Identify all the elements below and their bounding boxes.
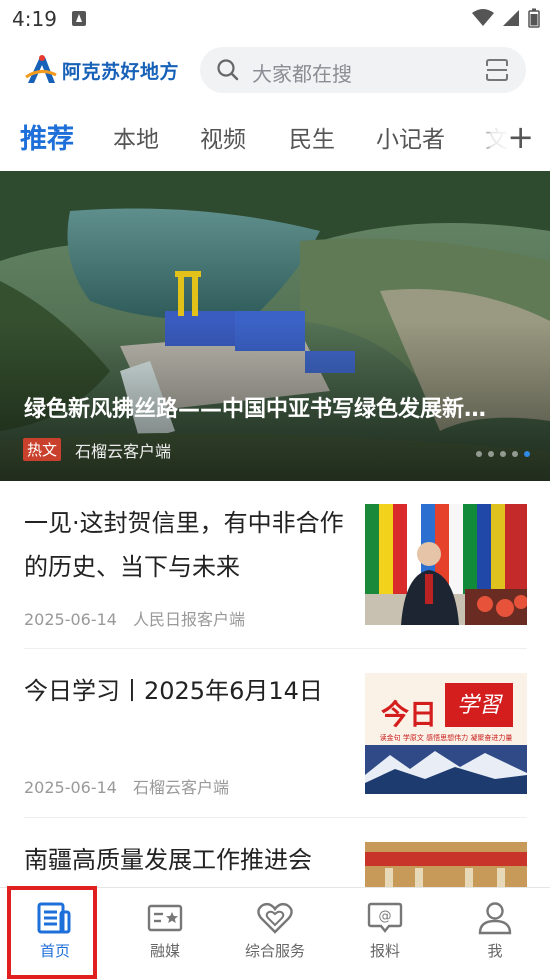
nav-me[interactable]: 我 (440, 888, 550, 979)
tab-video[interactable]: 视频 (200, 120, 246, 154)
news-title[interactable]: 一见·这封贺信里，有中非合作的历史、当下与未来 (24, 501, 349, 589)
tab-young-reporter[interactable]: 小记者 (376, 120, 445, 154)
nav-services[interactable]: 综合服务 (220, 888, 330, 979)
tab-livelihood[interactable]: 民生 (289, 120, 335, 154)
nav-home[interactable]: 首页 (0, 888, 110, 979)
news-title[interactable]: 今日学习丨2025年6月14日 (24, 669, 349, 713)
news-title[interactable]: 南疆高质量发展工作推进会 (24, 838, 354, 882)
mountain-image (365, 745, 527, 794)
news-item[interactable]: 南疆高质量发展工作推进会 (24, 819, 527, 887)
news-date: 2025-06-14 (24, 778, 117, 797)
news-item[interactable]: 今日学习丨2025年6月14日 2025-06-14 石榴云客户端 今日 学習 读… (24, 650, 527, 818)
tab-recommend[interactable]: 推荐 (20, 117, 74, 156)
system-icons (472, 8, 540, 28)
heart-service-icon (257, 902, 293, 934)
hero-source: 石榴云客户端 (75, 442, 172, 461)
nav-me-label: 我 (487, 942, 503, 960)
svg-text:@: @ (379, 909, 392, 924)
carousel-dot (500, 451, 506, 457)
report-at-icon: @ (367, 902, 403, 933)
bottom-navigation: 首页 融媒 综合服务 @ 报料 我 (0, 887, 550, 979)
carousel-dots (476, 451, 530, 457)
user-icon (478, 902, 512, 935)
status-time: 4:19 (12, 7, 57, 31)
status-bar: 4:19 (0, 0, 550, 38)
nav-report-label: 报料 (369, 942, 400, 960)
news-date: 2025-06-14 (24, 610, 117, 629)
battery-icon (528, 8, 540, 28)
carousel-dot (488, 451, 494, 457)
carousel-dot (512, 451, 518, 457)
wifi-icon (472, 9, 494, 26)
channel-tabs: 推荐 本地 视频 民生 小记者 文 + (0, 104, 550, 168)
logo-mark-icon (25, 55, 57, 83)
thumb-caption: 读金句 学原文 感悟思想伟力 凝聚奋进力量 (379, 734, 513, 742)
notification-icon (72, 11, 86, 26)
news-meta: 2025-06-14 人民日报客户端 (24, 606, 245, 630)
news-source: 石榴云客户端 (132, 778, 229, 797)
thumb-script: 学習 (445, 683, 513, 727)
nav-media-label: 融媒 (149, 942, 180, 960)
news-thumbnail[interactable]: 今日 学習 读金句 学原文 感悟思想伟力 凝聚奋进力量 (365, 673, 527, 794)
media-card-icon (147, 904, 183, 932)
home-news-icon (37, 902, 71, 934)
news-meta: 2025-06-14 石榴云客户端 (24, 774, 229, 798)
app-logo[interactable]: 阿克苏好地方 (24, 52, 179, 88)
thumb-text: 今日 (381, 700, 438, 731)
hero-title[interactable]: 绿色新风拂丝路——中国中亚书写绿色发展新… (24, 391, 524, 423)
hero-banner[interactable]: 绿色新风拂丝路——中国中亚书写绿色发展新… 热文 石榴云客户端 (0, 171, 550, 481)
nav-report[interactable]: @ 报料 (330, 888, 440, 979)
app-header: 阿克苏好地方 大家都在搜 (0, 40, 550, 100)
plus-icon: + (507, 118, 534, 156)
search-icon (217, 59, 239, 81)
signal-icon (503, 10, 519, 26)
carousel-dot-active (524, 451, 530, 457)
tab-local[interactable]: 本地 (113, 120, 159, 154)
nav-media[interactable]: 融媒 (110, 888, 220, 979)
add-channel-button[interactable]: + (490, 112, 550, 160)
news-source: 人民日报客户端 (132, 610, 245, 629)
news-thumbnail[interactable] (365, 842, 527, 887)
nav-services-label: 综合服务 (244, 942, 305, 960)
search-placeholder: 大家都在搜 (252, 62, 352, 86)
hot-tag-badge: 热文 (23, 438, 62, 461)
logo-text: 阿克苏好地方 (62, 60, 180, 83)
search-bar[interactable]: 大家都在搜 (200, 47, 526, 93)
carousel-dot (476, 451, 482, 457)
scan-icon[interactable] (484, 57, 510, 83)
news-thumbnail[interactable] (365, 504, 527, 625)
news-item[interactable]: 一见·这封贺信里，有中非合作的历史、当下与未来 2025-06-14 人民日报客户… (24, 501, 527, 649)
nav-home-label: 首页 (39, 942, 70, 960)
